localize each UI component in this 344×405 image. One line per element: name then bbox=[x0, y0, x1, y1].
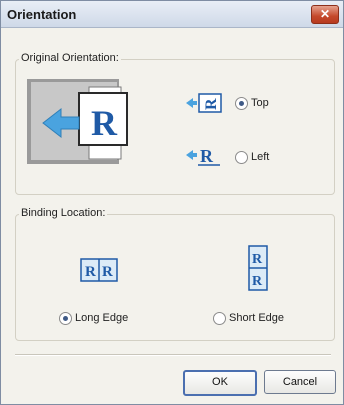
left-radio[interactable] bbox=[235, 151, 248, 164]
top-radio[interactable] bbox=[235, 97, 248, 110]
orientation-preview-icon: R bbox=[27, 79, 128, 164]
long-edge-letter-left: R bbox=[85, 264, 96, 280]
short-edge-label[interactable]: Short Edge bbox=[229, 312, 284, 324]
left-icon-letter: R bbox=[200, 146, 214, 166]
long-edge-binding-icon: R R bbox=[80, 258, 118, 282]
close-icon: ✕ bbox=[319, 7, 331, 21]
long-edge-letter-right: R bbox=[102, 264, 113, 280]
short-edge-letter-top: R bbox=[252, 252, 263, 267]
left-label[interactable]: Left bbox=[251, 151, 269, 163]
short-edge-letter-bottom: R bbox=[252, 274, 263, 289]
cancel-button[interactable]: Cancel bbox=[264, 370, 336, 394]
long-edge-radio[interactable] bbox=[59, 312, 72, 325]
title-bar[interactable]: Orientation ✕ bbox=[1, 1, 343, 28]
left-orientation-icon: R bbox=[186, 146, 220, 166]
short-edge-radio[interactable] bbox=[213, 312, 226, 325]
top-icon-letter: R bbox=[203, 98, 220, 110]
preview-letter: R bbox=[91, 103, 118, 143]
close-button[interactable]: ✕ bbox=[311, 5, 339, 24]
binding-location-legend: Binding Location: bbox=[19, 207, 108, 219]
short-edge-binding-icon: R R bbox=[248, 245, 268, 291]
orientation-dialog: Orientation ✕ Original Orientation: R R … bbox=[0, 0, 344, 405]
top-label[interactable]: Top bbox=[251, 97, 269, 109]
window-title: Orientation bbox=[7, 7, 77, 22]
top-orientation-icon: R bbox=[186, 93, 222, 113]
original-orientation-legend: Original Orientation: bbox=[19, 52, 121, 64]
button-separator bbox=[15, 354, 331, 356]
long-edge-label[interactable]: Long Edge bbox=[75, 312, 128, 324]
ok-button[interactable]: OK bbox=[183, 370, 257, 396]
